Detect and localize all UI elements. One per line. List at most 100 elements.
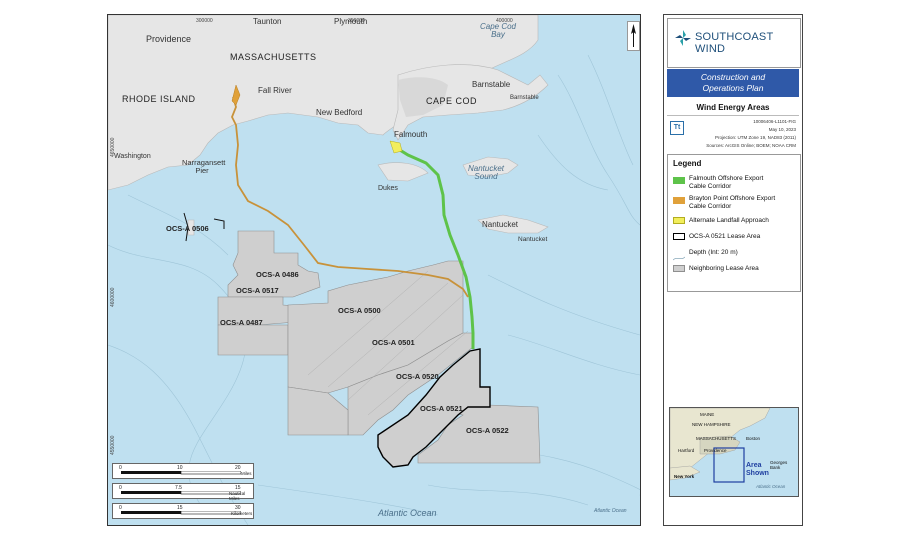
meta-doc-id: 10006406-L1101-FIG <box>753 119 796 124</box>
label-lease-0500: OCS-A 0500 <box>338 306 381 315</box>
legend-swatch-gray <box>673 265 685 272</box>
inset-label-massachusetts: MASSACHUSETTS <box>696 436 737 441</box>
label-nantucket-county: Nantucket <box>518 236 548 243</box>
scale-miles-unit: Miles <box>241 471 252 476</box>
brand-name: SOUTHCOAST WIND <box>695 31 774 55</box>
scale-bar-nautical: 0 7.5 15 Nautical Miles <box>112 483 254 501</box>
meta-sources: Sources: ArcGIS Online; BOEM; NOAA CRM <box>706 143 796 148</box>
label-lease-0506: OCS-A 0506 <box>166 224 209 233</box>
lease-0487 <box>217 324 289 356</box>
label-fall-river: Fall River <box>258 86 292 95</box>
label-atlantic-ocean-small: Atlantic Ocean <box>594 508 627 514</box>
legend-swatch-outline <box>673 233 685 240</box>
label-lease-0522: OCS-A 0522 <box>466 426 509 435</box>
label-falmouth: Falmouth <box>394 130 428 139</box>
label-plymouth: Plymouth <box>334 17 368 26</box>
legend-item-depth: Depth (Int: 20 m) <box>672 249 797 261</box>
label-lease-0521: OCS-A 0521 <box>420 404 463 413</box>
legend-label-landfall: Alternate Landfall Approach <box>689 217 769 224</box>
label-washington: Washington <box>114 153 151 160</box>
inset-label-shown: Shown <box>746 470 769 477</box>
legend-item-lease-0521: OCS-A 0521 Lease Area <box>673 233 797 243</box>
legend-label-neighboring: Neighboring Lease Area <box>689 265 759 272</box>
legend-label-falmouth-1: Falmouth Offshore Export <box>689 175 764 182</box>
coord-left-3: 4550000 <box>110 435 116 455</box>
scale-miles-tick-0: 0 <box>119 465 122 471</box>
land-areas <box>108 15 549 236</box>
map-frame[interactable]: 300000 350000 400000 4650000 4600000 455… <box>107 14 641 526</box>
legend-label-brayton-1: Brayton Point Offshore Export <box>689 195 776 202</box>
label-lease-0520: OCS-A 0520 <box>396 372 439 381</box>
legend-swatch-yellow <box>673 217 685 224</box>
legend-item-neighboring-lease: Neighboring Lease Area <box>673 265 797 275</box>
inset-label-providence: Providence <box>704 448 727 453</box>
plan-title-line-2: Operations Plan <box>702 83 764 93</box>
legend: Legend Falmouth Offshore Export Cable Co… <box>667 154 801 292</box>
scale-km-tick-0: 0 <box>119 505 122 511</box>
label-narragansett-pier: Narragansett Pier <box>182 158 226 175</box>
scale-miles-tick-1: 10 <box>177 465 183 471</box>
inset-label-area: Area <box>746 462 762 469</box>
legend-title: Legend <box>673 159 702 168</box>
legend-label-brayton-2: Cable Corridor <box>689 203 732 210</box>
legend-item-landfall: Alternate Landfall Approach <box>673 217 797 227</box>
label-new-bedford: New Bedford <box>316 108 363 117</box>
label-providence: Providence <box>146 34 192 44</box>
map-side-panel: SOUTHCOAST WIND Construction and Operati… <box>663 14 803 526</box>
coord-top-1: 300000 <box>196 18 213 24</box>
label-atlantic-ocean: Atlantic Ocean <box>378 508 437 518</box>
label-massachusetts: MASSACHUSETTS <box>230 52 317 62</box>
inset-label-hartford: Hartford <box>678 448 695 453</box>
lease-west-block <box>287 386 349 436</box>
plan-title-line-1: Construction and <box>700 72 766 82</box>
label-rhode-island: RHODE ISLAND <box>122 94 196 104</box>
inset-label-boston: Boston <box>746 436 761 441</box>
legend-swatch-depth-line <box>672 249 686 261</box>
label-lease-0517: OCS-A 0517 <box>236 286 279 295</box>
brand-header: SOUTHCOAST WIND <box>667 18 801 68</box>
scale-nautical-unit: Nautical Miles <box>229 491 246 501</box>
legend-label-depth: Depth (Int: 20 m) <box>689 249 738 256</box>
scale-km-unit: Kilometers <box>231 511 253 516</box>
legend-swatch-orange <box>673 197 685 204</box>
meta-date: May 10, 2023 <box>768 127 796 132</box>
plan-banner: Construction and Operations Plan <box>667 69 799 97</box>
inset-label-new-hampshire: NEW HAMPSHIRE <box>692 422 731 427</box>
coord-left-2: 4600000 <box>110 287 116 307</box>
inset-label-new-york: New York <box>674 474 695 479</box>
scale-bar-km: 0 15 30 Kilometers <box>112 503 254 519</box>
alternate-landfall-approach <box>389 140 403 154</box>
label-barnstable-county: Barnstable <box>510 95 539 101</box>
meta-projection: Projection: UTM Zone 19, NAD83 (2011) <box>715 135 796 140</box>
label-nantucket-sound: Nantucket Sound <box>467 164 505 181</box>
label-cape-cod-bay: Cape Cod Bay <box>479 22 517 39</box>
inset-label-atlantic-ocean: Atlantic Ocean <box>756 484 786 489</box>
scale-nautical-tick-0: 0 <box>119 485 122 491</box>
label-nantucket: Nantucket <box>482 220 519 229</box>
locator-inset-map: MAINE NEW HAMPSHIRE MASSACHUSETTS Boston… <box>669 407 799 497</box>
legend-label-lease-0521: OCS-A 0521 Lease Area <box>689 233 761 240</box>
label-lease-0487: OCS-A 0487 <box>220 318 263 327</box>
metadata-block: Tt 10006406-L1101-FIG May 10, 2023 Proje… <box>667 115 799 152</box>
scale-bar-miles: 0 10 20 Miles <box>112 463 254 479</box>
label-cape-cod: CAPE COD <box>426 96 478 106</box>
label-lease-0501: OCS-A 0501 <box>372 338 415 347</box>
label-lease-0486: OCS-A 0486 <box>256 270 299 279</box>
inset-label-georges-bank: Georges Bank <box>770 460 788 470</box>
scale-miles-tick-2: 20 <box>235 465 241 471</box>
southcoast-wind-logo-icon <box>674 29 692 52</box>
legend-label-falmouth-2: Cable Corridor <box>689 183 732 190</box>
north-arrow-icon <box>627 21 640 51</box>
scale-km-tick-1: 15 <box>177 505 183 511</box>
legend-item-brayton-cable: Brayton Point Offshore Export Cable Corr… <box>673 195 797 211</box>
scale-nautical-tick-1: 7.5 <box>175 485 182 491</box>
label-dukes: Dukes <box>378 185 398 192</box>
label-barnstable: Barnstable <box>472 80 511 89</box>
legend-swatch-green <box>673 177 685 184</box>
inset-label-maine: MAINE <box>700 412 715 417</box>
legend-item-falmouth-cable: Falmouth Offshore Export Cable Corridor <box>673 175 797 191</box>
label-taunton: Taunton <box>253 17 282 26</box>
tetra-tech-logo-icon: Tt <box>670 121 684 135</box>
map-canvas <box>108 15 640 525</box>
figure-title: Wind Energy Areas <box>696 103 770 112</box>
